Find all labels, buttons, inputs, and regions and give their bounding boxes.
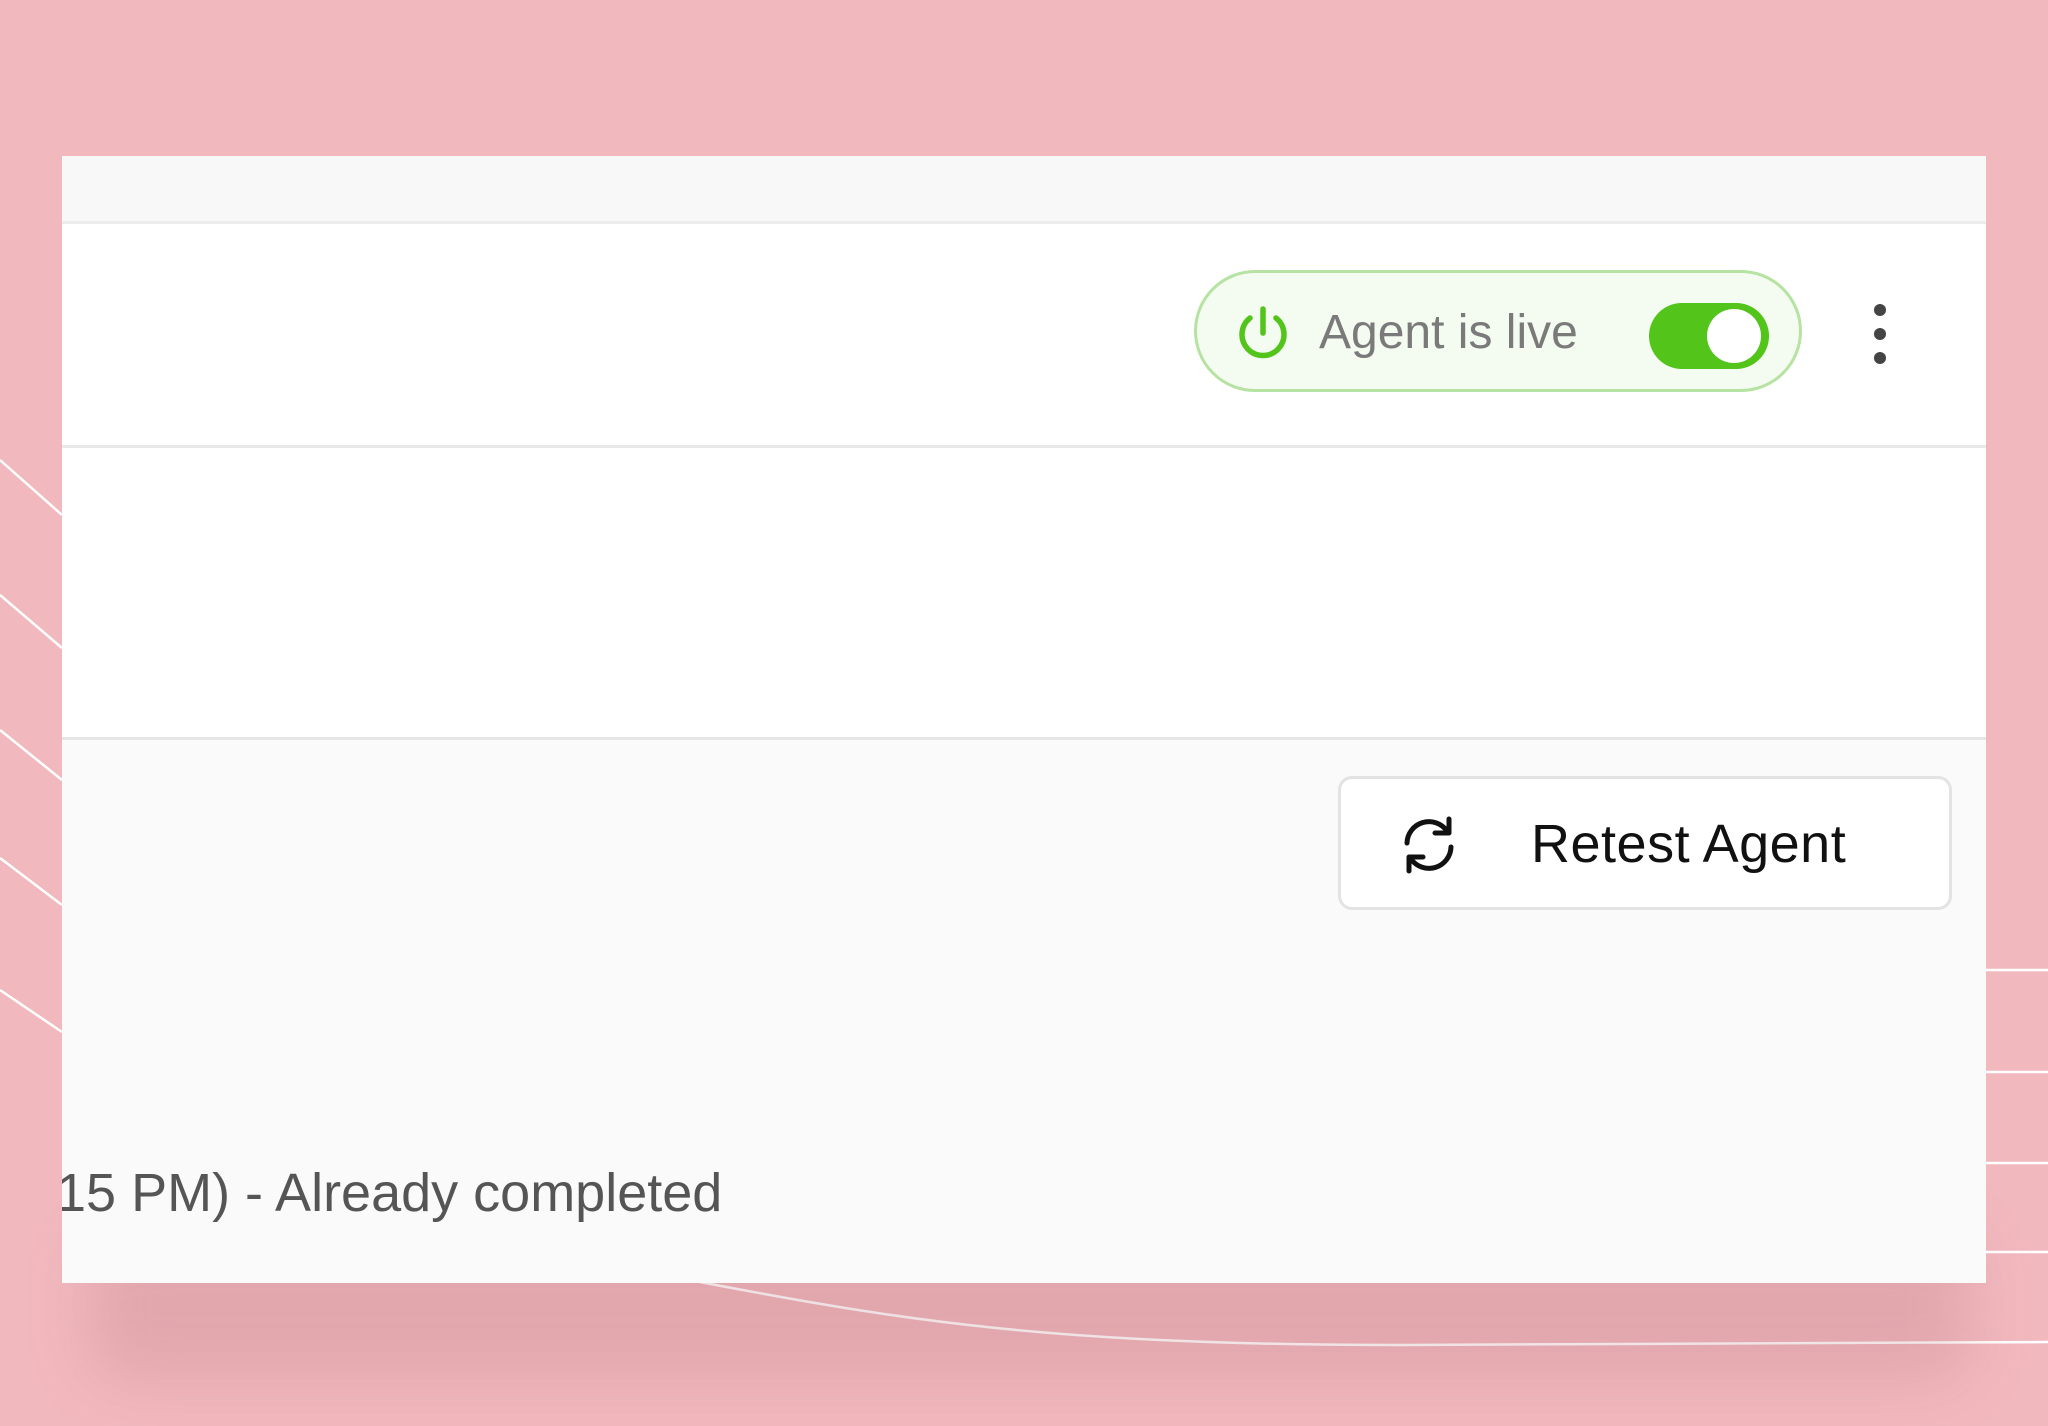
agent-status-label: Agent is live xyxy=(1319,306,1578,359)
agent-header: Agent is live xyxy=(62,224,1986,448)
test-results-panel: Retest Agent 15 PM) - Already completed xyxy=(62,740,1986,1283)
agent-window: Agent is live Retest Agent 15 PM) - Alre… xyxy=(62,156,1986,1283)
refresh-icon xyxy=(1404,816,1454,874)
power-icon xyxy=(1239,306,1287,359)
toggle-knob xyxy=(1707,309,1761,363)
retest-agent-button[interactable]: Retest Agent xyxy=(1338,776,1952,910)
agent-live-status-pill[interactable]: Agent is live xyxy=(1194,270,1802,392)
retest-agent-label: Retest Agent xyxy=(1531,814,1847,874)
agent-live-toggle[interactable] xyxy=(1649,303,1769,369)
top-bar xyxy=(62,156,1986,224)
task-status-text: 15 PM) - Already completed xyxy=(62,1163,723,1223)
content-area xyxy=(62,448,1986,740)
more-options-button[interactable] xyxy=(1862,302,1898,366)
